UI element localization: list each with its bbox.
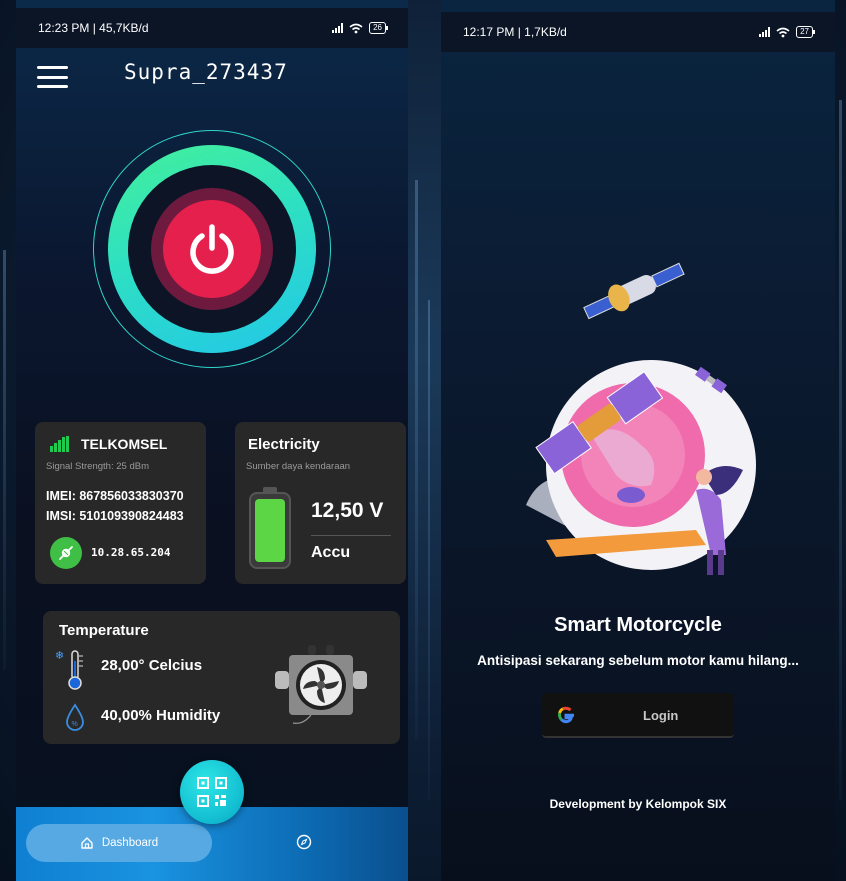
battery-icon: 26 <box>369 22 388 34</box>
electricity-title: Electricity <box>248 436 320 453</box>
wifi-icon <box>349 23 363 33</box>
qr-code-icon <box>197 777 227 807</box>
satellite-globe-illustration <box>526 262 756 575</box>
background-streak <box>428 300 430 800</box>
signal-strength-icon <box>50 436 69 452</box>
login-label: Login <box>643 708 679 723</box>
footer-credit: Development by Kelompok SIX <box>549 797 727 811</box>
ip-address: 10.28.65.204 <box>91 546 171 559</box>
imei-text: IMEI: 867856033830370 <box>46 489 184 503</box>
google-icon <box>557 706 574 724</box>
nav-dashboard-label: Dashboard <box>101 837 159 849</box>
app-tagline: Antisipasi sekarang sebelum motor kamu h… <box>477 653 799 668</box>
svg-text:❄: ❄ <box>55 650 64 662</box>
wifi-icon <box>776 27 790 37</box>
cell-signal-icon <box>759 27 771 37</box>
thermometer-icon: ❄ <box>55 650 83 690</box>
battery-icon: 27 <box>796 26 815 38</box>
temperature-title: Temperature <box>59 622 149 639</box>
power-button[interactable] <box>163 200 261 298</box>
app-title: Smart Motorcycle <box>554 614 722 636</box>
cell-signal-icon <box>332 23 344 33</box>
telkomsel-card: TELKOMSEL Signal Strength: 25 dBm IMEI: … <box>35 422 206 584</box>
status-time: 12:17 PM | 1,7KB/d <box>463 25 567 39</box>
electricity-subtitle: Sumber daya kendaraan <box>246 461 351 472</box>
dashboard-phone-screen: 12:23 PM | 45,7KB/d 26 Supra_273437 TELK… <box>16 0 408 881</box>
page-title: Supra_273437 <box>124 60 288 84</box>
voltage-value: 12,50 V <box>311 499 384 522</box>
power-icon <box>190 224 234 274</box>
power-source: Accu <box>311 544 351 561</box>
svg-text:%: % <box>72 721 78 728</box>
login-phone-screen: 12:17 PM | 1,7KB/d 27 Smart Motorcycle A… <box>441 0 835 881</box>
electricity-card: Electricity Sumber daya kendaraan 12,50 … <box>235 422 406 584</box>
telkomsel-title: TELKOMSEL <box>81 436 168 452</box>
status-time: 12:23 PM | 45,7KB/d <box>38 21 149 35</box>
qr-scan-button[interactable] <box>180 760 244 824</box>
home-icon <box>81 837 93 849</box>
imsi-text: IMSI: 510109390824483 <box>46 509 184 523</box>
nav-dashboard-tab[interactable]: Dashboard <box>26 824 212 862</box>
cooling-fan-icon <box>275 645 367 724</box>
status-bar: 12:23 PM | 45,7KB/d 26 <box>16 8 408 48</box>
google-login-button[interactable]: Login <box>542 693 734 738</box>
temperature-card: Temperature ❄ 28,00° Celcius % 40,00% Hu… <box>43 611 400 744</box>
signal-strength-text: Signal Strength: 25 dBm <box>46 461 149 472</box>
temperature-value: 28,00° Celcius <box>101 657 203 674</box>
divider <box>311 535 391 536</box>
battery-level-icon <box>249 487 291 569</box>
background-streak <box>3 250 6 670</box>
humidity-value: 40,00% Humidity <box>101 707 221 724</box>
hamburger-icon[interactable] <box>37 66 68 88</box>
ip-plug-icon <box>50 537 82 569</box>
background-streak <box>415 180 418 740</box>
background-streak <box>839 100 842 800</box>
humidity-drop-icon: % <box>66 703 84 731</box>
compass-icon[interactable] <box>296 834 312 850</box>
status-bar: 12:17 PM | 1,7KB/d 27 <box>441 12 835 52</box>
